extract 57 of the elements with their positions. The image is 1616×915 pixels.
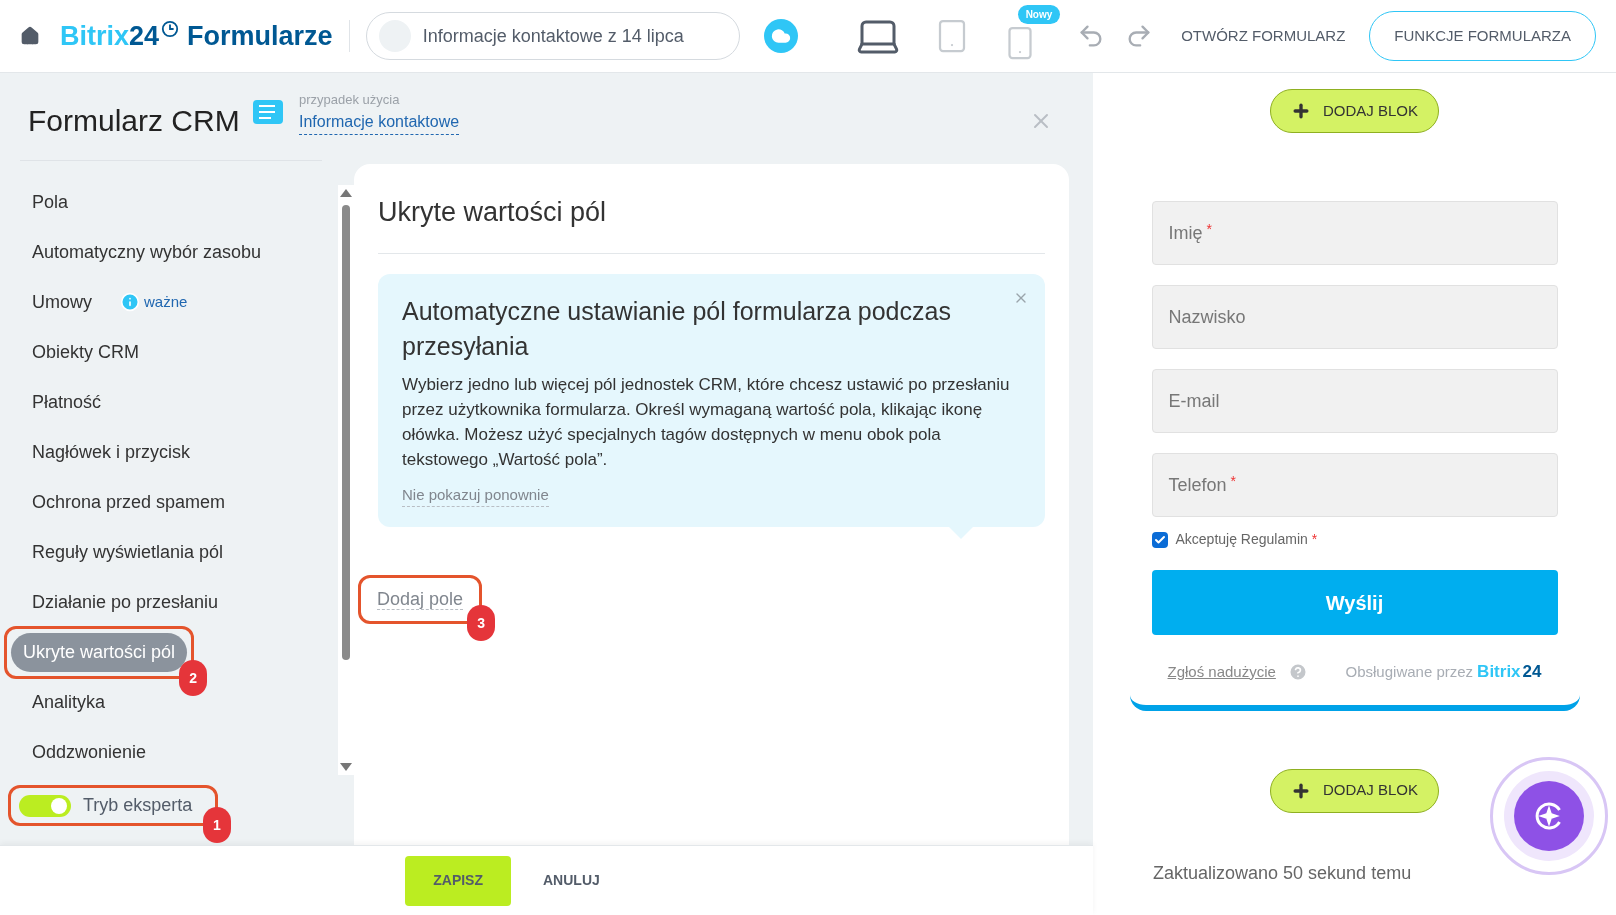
use-case-link[interactable]: Informacje kontaktowe (299, 109, 460, 135)
callout-badge: 3 (467, 605, 496, 641)
check-icon (1153, 533, 1166, 546)
expert-mode-toggle[interactable] (19, 794, 71, 817)
sidebar-item[interactable]: Działanie po przesłaniu (20, 582, 231, 622)
add-block-button[interactable]: DODAJ BLOK (1270, 89, 1439, 133)
form-field[interactable]: Nazwisko (1151, 285, 1558, 349)
consent-checkbox[interactable] (1151, 531, 1168, 548)
save-button[interactable]: ZAPISZ (405, 855, 511, 906)
dont-show-again-link[interactable]: Nie pokazuj ponownie (402, 483, 549, 507)
sidebar-item[interactable]: Automatyczny wybór zasobu (20, 232, 274, 272)
form-icon (253, 100, 283, 125)
app-logo: Bitrix24 Formularze (60, 18, 333, 53)
powered-by-logo: Bitrix24 (1477, 661, 1542, 683)
sidebar-item[interactable]: Oddzwonienie (20, 732, 159, 772)
callout-badge: 1 (203, 807, 231, 843)
last-updated-text: Zaktualizowano 50 sekund temu (1153, 862, 1412, 885)
form-field[interactable]: Imię * (1151, 201, 1558, 265)
sidebar-item[interactable]: Obiekty CRM (20, 332, 151, 372)
sidebar-item[interactable]: Umowy (20, 282, 104, 322)
powered-by-text: Obsługiwane przez (1345, 661, 1474, 682)
sidebar-item[interactable]: Ochrona przed spamem (20, 482, 238, 522)
section-title: Ukryte wartości pól (378, 164, 1045, 254)
home-icon[interactable] (20, 26, 40, 46)
expert-mode-label: Tryb eksperta (83, 794, 193, 817)
required-mark: * (1206, 220, 1212, 239)
add-field-link[interactable]: Dodaj pole (377, 589, 464, 610)
open-form-button[interactable]: OTWÓRZ FORMULARZ (1173, 24, 1354, 48)
cloud-button[interactable] (763, 19, 798, 53)
cancel-button[interactable]: ANULUJ (535, 855, 608, 906)
panel-title: Formularz CRM (28, 103, 240, 139)
new-badge: Nowy (1017, 5, 1061, 24)
sidebar-item[interactable]: Analityka (20, 682, 118, 722)
form-field[interactable]: Telefon * (1151, 453, 1558, 517)
form-field[interactable]: E-mail (1151, 369, 1558, 433)
required-mark: * (1230, 472, 1236, 491)
callout-badge: 2 (179, 659, 208, 696)
consent-label: Akceptuję Regulamin (1175, 530, 1308, 549)
hint-text: Wybierz jedno lub więcej pól jednostek CRM, które chcesz ustawić po przesłaniu przez użytkownika formularza. Określ wymaganą wartość pola, klikając ikonę ołówka. Możesz użyć specjalnych tagów dostępnych w menu obok pola tekstowego „Wartość pola”. (402, 373, 1011, 471)
plus-icon (1291, 101, 1311, 121)
sidebar-item[interactable]: Nagłówek i przycisk (20, 432, 203, 472)
info-icon (120, 292, 140, 312)
sidebar-item[interactable]: Pola (20, 182, 81, 222)
hint-title: Automatyczne ustawianie pól formularza podczas przesyłania (402, 295, 952, 362)
use-case-label: przypadek użycia (299, 91, 401, 109)
add-block-button[interactable]: DODAJ BLOK (1270, 768, 1439, 813)
cloud-icon (770, 26, 791, 46)
report-abuse-link[interactable]: Zgłoś nadużycie (1167, 660, 1276, 683)
clock-icon (161, 19, 180, 38)
help-icon (1287, 661, 1308, 682)
scrollbar-thumb[interactable] (342, 205, 350, 660)
important-link[interactable]: ważne (144, 290, 188, 314)
form-features-button[interactable]: FUNKCJE FORMULARZA (1369, 11, 1596, 61)
assistant-button[interactable] (1490, 757, 1608, 875)
sidebar-item[interactable]: Reguły wyświetlania pól (20, 532, 236, 572)
sidebar-item[interactable]: Płatność (20, 382, 114, 422)
required-mark: * (1311, 530, 1318, 549)
